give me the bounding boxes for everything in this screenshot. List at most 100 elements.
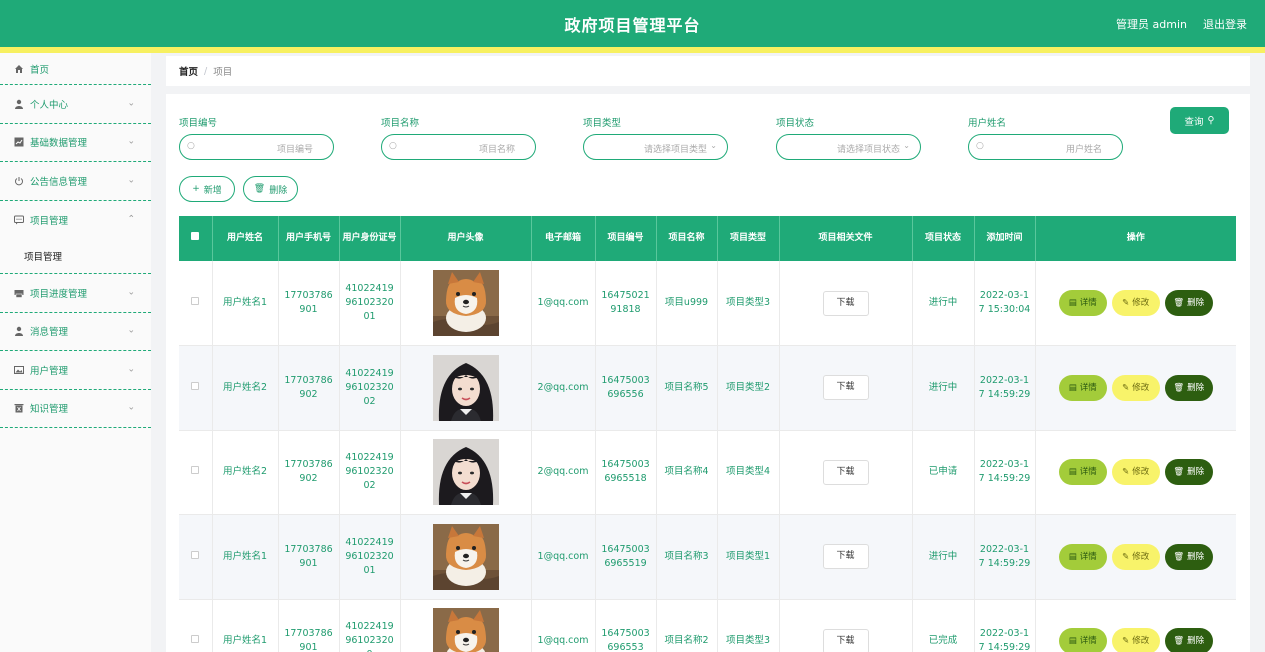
chevron-down-icon: ⌄ — [127, 175, 135, 186]
cell-file: 下载 — [779, 430, 913, 515]
avatar-dog — [432, 608, 499, 652]
download-button[interactable]: 下载 — [822, 628, 869, 652]
cell-phone: 17703786902 — [278, 345, 340, 431]
header-user-area: 管理员 admin 退出登录 — [1116, 16, 1247, 32]
row-checkbox[interactable] — [179, 345, 213, 431]
sidebar-item-knowledge[interactable]: 知识管理 ⌄ — [0, 390, 151, 428]
cell-idcard: 410224199610232001 — [339, 261, 401, 346]
printer-icon — [13, 287, 24, 298]
delete-button[interactable]: 🗑 删除 — [1164, 290, 1213, 316]
cell-project-type: 项目类型3 — [717, 261, 780, 346]
cell-user-name: 用户姓名2 — [212, 430, 279, 515]
cell-project-code: 164750036965518 — [595, 430, 657, 515]
query-button[interactable]: 查询 ⚲ — [1170, 107, 1229, 134]
logout-link[interactable]: 退出登录 — [1203, 16, 1247, 32]
project-code-input[interactable]: ○ 项目编号 — [179, 134, 334, 160]
user-name-input[interactable]: ○ 用户姓名 — [968, 134, 1123, 160]
table-row: 用户姓名1 17703786901 410224199610232001 1@q… — [179, 514, 1236, 600]
trash-icon: 🗑 — [1173, 551, 1185, 562]
user-icon — [13, 98, 24, 109]
project-status-select[interactable]: 请选择项目状态 ⌄ — [776, 134, 921, 160]
chevron-down-icon: ⌄ — [903, 141, 910, 150]
download-button[interactable]: 下载 — [822, 290, 869, 316]
trash-icon: 🗑 — [1173, 298, 1185, 308]
add-button[interactable]: + 新增 — [179, 176, 235, 202]
cell-actions: ▤ 详情 ✎ 修改 🗑 删除 — [1035, 599, 1236, 652]
edit-button[interactable]: ✎ 修改 — [1111, 374, 1160, 401]
edit-button[interactable]: ✎ 修改 — [1111, 543, 1160, 570]
cell-avatar — [400, 599, 532, 652]
cell-email: 1@qq.com — [531, 261, 596, 346]
picture-icon — [13, 364, 24, 375]
delete-button[interactable]: 🗑 删除 — [1164, 374, 1213, 401]
cell-project-type: 项目类型1 — [717, 514, 780, 600]
avatar-dog — [432, 523, 499, 590]
column-header: 电子邮箱 — [531, 216, 596, 261]
column-header: 项目类型 — [717, 216, 780, 261]
cell-idcard: 410224199610232002 — [339, 345, 401, 431]
row-checkbox[interactable] — [179, 599, 213, 652]
trash-icon: 🗑 — [1173, 382, 1185, 393]
edit-button[interactable]: ✎ 修改 — [1111, 459, 1160, 486]
batch-delete-button[interactable]: 🗑 删除 — [243, 176, 298, 202]
row-checkbox[interactable] — [179, 261, 213, 346]
delete-button[interactable]: 🗑 删除 — [1164, 543, 1213, 570]
cell-status: 已申请 — [912, 430, 975, 515]
sidebar-item-message[interactable]: 消息管理 ⌄ — [0, 313, 151, 351]
delete-button[interactable]: 🗑 删除 — [1164, 459, 1213, 486]
plus-icon: + — [192, 184, 200, 194]
table-row: 用户姓名2 17703786902 410224199610232002 2@q… — [179, 345, 1236, 431]
sidebar-item-label: 用户管理 — [30, 365, 69, 377]
cell-time: 2022-03-17 14:59:29 — [974, 599, 1036, 652]
cell-project-code: 1647502191818 — [595, 261, 657, 346]
select-all-checkbox[interactable] — [179, 216, 213, 261]
edit-button[interactable]: ✎ 修改 — [1111, 628, 1160, 652]
sidebar-item-label: 消息管理 — [30, 327, 69, 339]
column-header: 用户头像 — [400, 216, 532, 261]
cell-time: 2022-03-17 15:30:04 — [974, 261, 1036, 346]
detail-button[interactable]: ▤ 详情 — [1058, 628, 1107, 652]
sidebar-subitem-project-manage[interactable]: 项目管理 — [0, 239, 151, 274]
document-icon: ▤ — [1068, 467, 1077, 478]
detail-button[interactable]: ▤ 详情 — [1058, 374, 1107, 401]
breadcrumb-home[interactable]: 首页 — [179, 64, 198, 78]
document-icon: ▤ — [1068, 551, 1077, 562]
avatar-girl — [432, 354, 499, 421]
sidebar-item-users[interactable]: 用户管理 ⌄ — [0, 351, 151, 390]
main-panel: 项目编号 ○ 项目编号 项目名称 ○ 项目名称 项目类型 请选择项目类型 ⌄ 项… — [166, 94, 1250, 652]
row-checkbox[interactable] — [179, 430, 213, 515]
sidebar-item-progress[interactable]: 项目进度管理 ⌄ — [0, 274, 151, 313]
cell-file: 下载 — [779, 514, 913, 600]
project-table: 用户姓名 用户手机号 用户身份证号 用户头像 电子邮箱 项目编号 项目名称 项目… — [179, 216, 1236, 652]
chevron-down-icon: ⌄ — [710, 141, 717, 150]
admin-label[interactable]: 管理员 admin — [1116, 16, 1187, 32]
document-icon: ▤ — [1068, 298, 1077, 308]
cell-project-name: 项目名称5 — [656, 345, 718, 431]
detail-button[interactable]: ▤ 详情 — [1058, 290, 1107, 316]
detail-button[interactable]: ▤ 详情 — [1058, 543, 1107, 570]
sidebar-item-home[interactable]: 首页 — [0, 53, 151, 85]
cell-project-code: 16475003696553 — [595, 599, 657, 652]
column-header: 项目编号 — [595, 216, 657, 261]
sidebar-item-notice[interactable]: 公告信息管理 ⌄ — [0, 162, 151, 201]
download-button[interactable]: 下载 — [822, 375, 869, 401]
sidebar-item-basic-data[interactable]: 基础数据管理 ⌄ — [0, 124, 151, 162]
chevron-down-icon: ⌄ — [127, 325, 135, 336]
edit-button[interactable]: ✎ 修改 — [1111, 290, 1160, 316]
download-button[interactable]: 下载 — [822, 459, 869, 485]
search-icon: ○ — [976, 141, 984, 151]
cell-email: 1@qq.com — [531, 599, 596, 652]
sidebar-item-label: 公告信息管理 — [30, 176, 88, 188]
sidebar-item-project[interactable]: 项目管理 ⌃ — [0, 201, 151, 240]
delete-button[interactable]: 🗑 删除 — [1164, 628, 1213, 652]
project-name-input[interactable]: ○ 项目名称 — [381, 134, 536, 160]
avatar-girl — [432, 439, 499, 506]
cell-status: 进行中 — [912, 514, 975, 600]
column-header: 添加时间 — [974, 216, 1036, 261]
row-checkbox[interactable] — [179, 514, 213, 600]
field-label-project-type: 项目类型 — [583, 118, 622, 129]
download-button[interactable]: 下载 — [822, 544, 869, 570]
project-type-select[interactable]: 请选择项目类型 ⌄ — [583, 134, 728, 160]
detail-button[interactable]: ▤ 详情 — [1058, 459, 1107, 486]
sidebar-item-personal[interactable]: 个人中心 ⌄ — [0, 85, 151, 124]
